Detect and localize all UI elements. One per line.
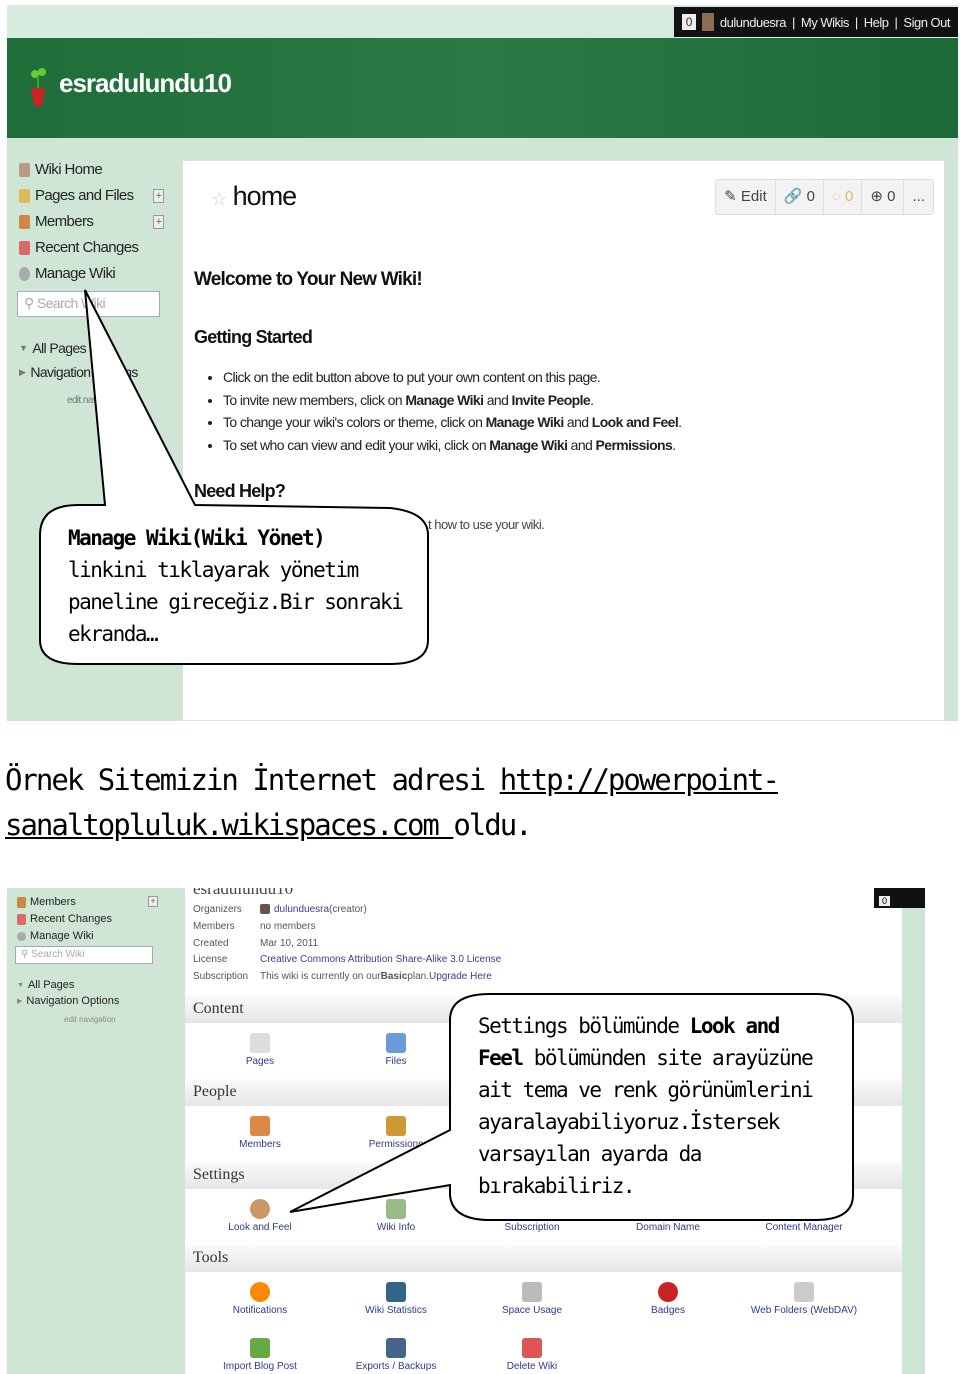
callout-text-2: Settings bölümünde Look and Feel bölümün… — [478, 1014, 814, 1198]
